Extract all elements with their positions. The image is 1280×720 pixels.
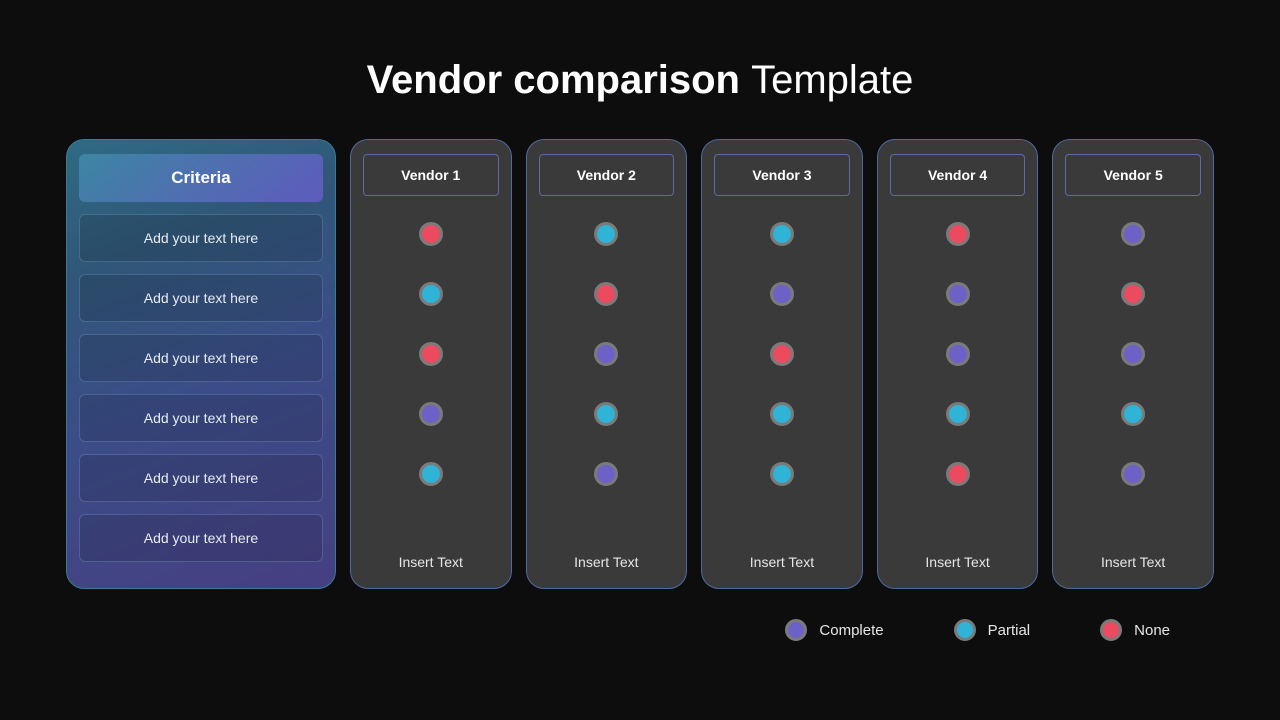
legend: Complete Partial None [0,589,1280,641]
vendor-footer[interactable]: Insert Text [1065,540,1201,570]
status-dot [419,402,443,426]
criteria-column: Criteria Add your text here Add your tex… [66,139,336,589]
legend-partial: Partial [954,619,1031,641]
vendor-dots [539,216,675,540]
status-dot [594,402,618,426]
comparison-grid: Criteria Add your text here Add your tex… [0,139,1280,589]
vendor-dots [890,216,1026,540]
vendor-footer[interactable]: Insert Text [714,540,850,570]
vendor-header: Vendor 3 [714,154,850,196]
status-dot [770,462,794,486]
vendor-column-2: Vendor 2 Insert Text [526,139,688,589]
legend-complete: Complete [785,619,883,641]
status-dot [946,462,970,486]
status-dot [770,402,794,426]
page-title: Vendor comparison Template [0,0,1280,139]
legend-none: None [1100,619,1170,641]
vendor-header: Vendor 5 [1065,154,1201,196]
criteria-item[interactable]: Add your text here [79,514,323,562]
vendor-dots [363,216,499,540]
vendor-footer[interactable]: Insert Text [363,540,499,570]
criteria-item[interactable]: Add your text here [79,394,323,442]
status-dot [946,222,970,246]
vendor-column-4: Vendor 4 Insert Text [877,139,1039,589]
criteria-header: Criteria [79,154,323,202]
status-dot [770,282,794,306]
status-dot [946,342,970,366]
circle-icon [785,619,807,641]
title-light: Template [751,58,913,102]
circle-icon [954,619,976,641]
status-dot [594,462,618,486]
vendor-footer[interactable]: Insert Text [539,540,675,570]
vendor-column-5: Vendor 5 Insert Text [1052,139,1214,589]
vendor-dots [714,216,850,540]
criteria-item[interactable]: Add your text here [79,214,323,262]
vendor-header: Vendor 2 [539,154,675,196]
vendor-column-3: Vendor 3 Insert Text [701,139,863,589]
criteria-item[interactable]: Add your text here [79,454,323,502]
status-dot [946,282,970,306]
criteria-item[interactable]: Add your text here [79,334,323,382]
circle-icon [1100,619,1122,641]
vendor-column-1: Vendor 1 Insert Text [350,139,512,589]
vendor-dots [1065,216,1201,540]
status-dot [594,222,618,246]
status-dot [419,282,443,306]
status-dot [1121,222,1145,246]
legend-label: Partial [988,622,1031,639]
status-dot [594,342,618,366]
status-dot [946,402,970,426]
status-dot [419,222,443,246]
status-dot [419,342,443,366]
legend-label: None [1134,622,1170,639]
status-dot [1121,462,1145,486]
status-dot [1121,402,1145,426]
vendor-footer[interactable]: Insert Text [890,540,1026,570]
vendor-header: Vendor 4 [890,154,1026,196]
status-dot [1121,342,1145,366]
status-dot [419,462,443,486]
status-dot [770,342,794,366]
vendor-header: Vendor 1 [363,154,499,196]
status-dot [770,222,794,246]
status-dot [1121,282,1145,306]
criteria-item[interactable]: Add your text here [79,274,323,322]
title-bold: Vendor comparison [367,58,740,102]
legend-label: Complete [819,622,883,639]
status-dot [594,282,618,306]
